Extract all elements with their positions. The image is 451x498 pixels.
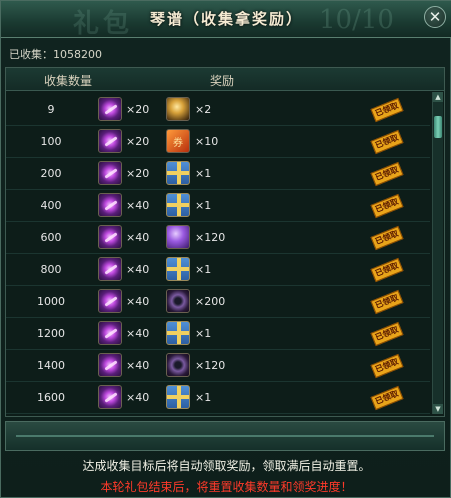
dragon-amulet-icon[interactable] bbox=[166, 353, 190, 377]
cost-quantity: ×40 bbox=[126, 263, 150, 276]
cost-quantity: ×20 bbox=[126, 167, 150, 180]
claimed-stamp: 已领取 bbox=[370, 97, 404, 123]
gift-box-icon[interactable] bbox=[166, 321, 190, 345]
claimed-stamp: 已领取 bbox=[370, 257, 404, 283]
reward-quantity: ×120 bbox=[195, 359, 226, 372]
gift-box-icon[interactable] bbox=[166, 193, 190, 217]
table-row: 1200 ×40 ×1 已领取 bbox=[6, 319, 430, 350]
scrollbar[interactable]: ▲ ▼ bbox=[432, 92, 443, 414]
crystal-shard-icon[interactable] bbox=[98, 193, 122, 217]
table-row: 9 ×20 ×2 已领取 bbox=[6, 95, 430, 126]
dragon-amulet-icon[interactable] bbox=[166, 289, 190, 313]
collection-reward-panel: 礼包 10/10 琴谱（收集拿奖励） ✕ 已收集：1058200 收集数量 奖励… bbox=[0, 0, 451, 498]
claimed-stamp: 已领取 bbox=[370, 321, 404, 347]
note-auto-claim: 达成收集目标后将自动领取奖励，领取满后自动重置。 bbox=[82, 459, 371, 473]
cost-quantity: ×20 bbox=[126, 103, 150, 116]
collect-count: 1200 bbox=[37, 327, 65, 340]
collected-total: 已收集：1058200 bbox=[9, 48, 102, 61]
table-row: 1000 ×40 ×200 已领取 bbox=[6, 287, 430, 318]
collect-count: 800 bbox=[40, 263, 62, 276]
reward-quantity: ×1 bbox=[195, 327, 212, 340]
crystal-shard-icon[interactable] bbox=[98, 353, 122, 377]
table-row: 1400 ×40 ×120 已领取 bbox=[6, 351, 430, 382]
collect-count: 100 bbox=[40, 135, 62, 148]
crystal-shard-icon[interactable] bbox=[98, 257, 122, 281]
decorative-divider bbox=[5, 421, 445, 451]
table-header: 收集数量 奖励 bbox=[6, 68, 444, 91]
reward-rows[interactable]: 9 ×20 ×2 已领取 100 ×20 ×10 已领取 200 ×20 ×1 已领取 400 ×40 ×1… bbox=[6, 95, 430, 416]
collect-count: 9 bbox=[47, 103, 55, 116]
title-bar: 礼包 10/10 琴谱（收集拿奖励） ✕ bbox=[1, 1, 451, 39]
table-row: 1600 ×40 ×1 已领取 bbox=[6, 383, 430, 414]
window-title: 琴谱（收集拿奖励） bbox=[149, 10, 303, 28]
claimed-stamp: 已领取 bbox=[370, 225, 404, 251]
crystal-shard-icon[interactable] bbox=[98, 321, 122, 345]
purple-pearl-icon[interactable] bbox=[166, 225, 190, 249]
reward-table: 收集数量 奖励 9 ×20 ×2 已领取 100 ×20 ×10 已领取 200 ×20 ×1 已领取… bbox=[5, 67, 445, 417]
scroll-down-icon[interactable]: ▼ bbox=[433, 404, 443, 414]
reward-quantity: ×10 bbox=[195, 135, 219, 148]
collect-count: 1400 bbox=[37, 359, 65, 372]
cost-quantity: ×40 bbox=[126, 327, 150, 340]
gift-box-icon[interactable] bbox=[166, 161, 190, 185]
collect-count: 1600 bbox=[37, 391, 65, 404]
collect-count: 200 bbox=[40, 167, 62, 180]
reward-quantity: ×1 bbox=[195, 263, 212, 276]
table-row: 600 ×40 ×120 已领取 bbox=[6, 223, 430, 254]
crystal-shard-icon[interactable] bbox=[98, 129, 122, 153]
claimed-stamp: 已领取 bbox=[370, 193, 404, 219]
collect-count: 1000 bbox=[37, 295, 65, 308]
column-reward-header: 奖励 bbox=[210, 74, 235, 88]
coupon-icon[interactable] bbox=[166, 129, 190, 153]
reward-quantity: ×2 bbox=[195, 103, 212, 116]
claimed-stamp: 已领取 bbox=[370, 385, 404, 411]
note-reset-warning: 本轮礼包结束后，将重置收集数量和领奖进度！ bbox=[100, 480, 353, 494]
claimed-stamp: 已领取 bbox=[370, 353, 404, 379]
crystal-shard-icon[interactable] bbox=[98, 97, 122, 121]
scroll-up-icon[interactable]: ▲ bbox=[433, 92, 443, 102]
column-count-header: 收集数量 bbox=[44, 74, 93, 88]
cost-quantity: ×20 bbox=[126, 135, 150, 148]
crystal-shard-icon[interactable] bbox=[98, 161, 122, 185]
reward-quantity: ×200 bbox=[195, 295, 226, 308]
crystal-shard-icon[interactable] bbox=[98, 385, 122, 409]
cost-quantity: ×40 bbox=[126, 199, 150, 212]
claimed-stamp: 已领取 bbox=[370, 289, 404, 315]
gift-box-icon[interactable] bbox=[166, 385, 190, 409]
claimed-stamp: 已领取 bbox=[370, 129, 404, 155]
table-row: 800 ×40 ×1 已领取 bbox=[6, 255, 430, 286]
claimed-stamp: 已领取 bbox=[370, 161, 404, 187]
reward-quantity: ×120 bbox=[195, 231, 226, 244]
table-row: 200 ×20 ×1 已领取 bbox=[6, 159, 430, 190]
gold-orb-icon[interactable] bbox=[166, 97, 190, 121]
reward-quantity: ×1 bbox=[195, 199, 212, 212]
gift-box-icon[interactable] bbox=[166, 257, 190, 281]
collect-count: 600 bbox=[40, 231, 62, 244]
reward-quantity: ×1 bbox=[195, 391, 212, 404]
collect-count: 400 bbox=[40, 199, 62, 212]
table-row: 100 ×20 ×10 已领取 bbox=[6, 127, 430, 158]
crystal-shard-icon[interactable] bbox=[98, 289, 122, 313]
cost-quantity: ×40 bbox=[126, 391, 150, 404]
crystal-shard-icon[interactable] bbox=[98, 225, 122, 249]
cost-quantity: ×40 bbox=[126, 359, 150, 372]
notes: 达成收集目标后将自动领取奖励，领取满后自动重置。 本轮礼包结束后，将重置收集数量… bbox=[1, 457, 451, 495]
table-row: 400 ×40 ×1 已领取 bbox=[6, 191, 430, 222]
close-button[interactable]: ✕ bbox=[424, 6, 446, 28]
cost-quantity: ×40 bbox=[126, 295, 150, 308]
cost-quantity: ×40 bbox=[126, 231, 150, 244]
reward-quantity: ×1 bbox=[195, 167, 212, 180]
scroll-thumb[interactable] bbox=[434, 116, 442, 138]
